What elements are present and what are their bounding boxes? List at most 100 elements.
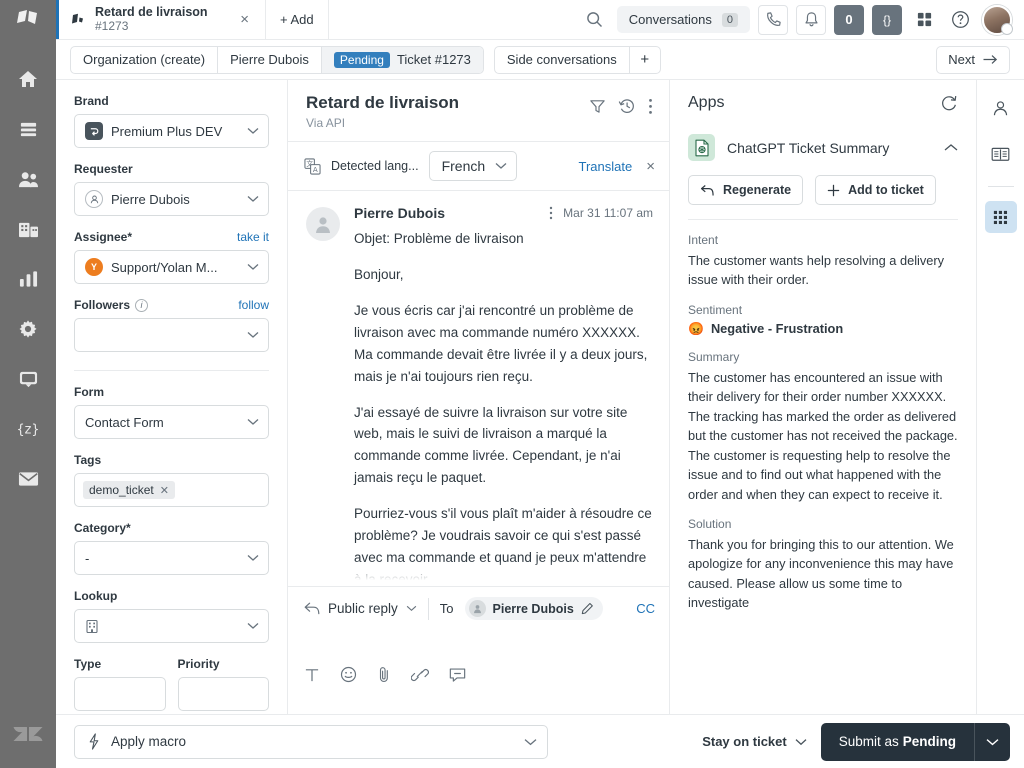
composer-header: Public reply To Pierre Dubois CC [304, 597, 655, 620]
side-conversations-tab[interactable]: Side conversations [495, 46, 630, 73]
regenerate-button[interactable]: Regenerate [688, 175, 804, 205]
summary-body: The customer has encountered an issue wi… [688, 369, 958, 502]
add-button[interactable]: + Add [266, 0, 329, 39]
chevron-down-icon [495, 162, 507, 170]
home-icon[interactable] [4, 54, 52, 104]
submit-options-button[interactable] [974, 722, 1010, 761]
product-tray-icon[interactable] [0, 0, 56, 40]
link-icon[interactable] [411, 667, 429, 683]
cc-button[interactable]: CC [636, 601, 655, 616]
chevron-up-icon[interactable] [944, 143, 958, 152]
info-icon[interactable]: i [135, 298, 149, 312]
unread-badge[interactable]: 0 [834, 4, 864, 35]
zendesk-api-icon[interactable]: {z} [4, 404, 52, 454]
views-icon[interactable] [4, 104, 52, 154]
app-card-header[interactable]: ChatGPT Ticket Summary [688, 124, 958, 175]
close-icon[interactable]: × [236, 9, 253, 30]
knowledge-book-icon[interactable] [985, 138, 1017, 170]
organizations-icon[interactable] [4, 204, 52, 254]
history-icon[interactable] [618, 97, 636, 115]
user-profile-icon[interactable] [985, 92, 1017, 124]
type-select[interactable] [74, 677, 166, 711]
section-summary: Summary The customer has encountered an … [688, 337, 958, 504]
next-label: Next [948, 52, 975, 67]
take-it-link[interactable]: take it [237, 230, 269, 244]
breadcrumb-label: Organization (create) [83, 52, 206, 67]
attachment-icon[interactable] [377, 666, 391, 683]
translate-link[interactable]: Translate [579, 159, 633, 174]
kebab-icon[interactable] [648, 98, 653, 115]
breadcrumb-requester[interactable]: Pierre Dubois [218, 46, 322, 73]
customers-icon[interactable] [4, 154, 52, 204]
reply-textarea[interactable] [304, 620, 655, 662]
grid-icon[interactable] [910, 6, 938, 34]
reply-type-select[interactable]: Public reply [304, 601, 417, 616]
ticket-tab[interactable]: Retard de livraison #1273 × [56, 0, 266, 39]
reporting-icon[interactable] [4, 254, 52, 304]
message-kebab-icon[interactable] [549, 206, 553, 220]
type-label-row: Type [74, 657, 166, 671]
ticket-header: Retard de livraison Via API [288, 80, 669, 143]
priority-select[interactable] [177, 677, 269, 711]
user-icon [85, 190, 103, 208]
edit-pencil-icon[interactable] [581, 602, 594, 615]
message-body: Pierre Dubois Mar 31 11:07 am Objet: Pro… [354, 205, 653, 586]
bell-icon[interactable] [796, 4, 826, 35]
followers-label: Followers i [74, 298, 149, 312]
search-icon[interactable] [581, 6, 609, 34]
submit-prefix: Submit as [838, 734, 899, 749]
plus-icon[interactable]: + [630, 47, 660, 73]
intent-label: Intent [688, 233, 719, 247]
refresh-icon[interactable] [940, 94, 958, 112]
language-value: French [441, 158, 486, 175]
followers-label-row: Followers i follow [74, 298, 269, 312]
recipient-chip[interactable]: Pierre Dubois [464, 597, 603, 620]
filter-icon[interactable] [589, 98, 606, 115]
comment-icon[interactable] [449, 667, 466, 683]
submit-group: Submit as Pending [820, 722, 1010, 761]
api-badge[interactable]: {} [872, 4, 902, 35]
requester-select[interactable]: Pierre Dubois [74, 182, 269, 216]
apply-macro-select[interactable]: Apply macro [74, 724, 548, 759]
apps-grid-icon[interactable] [984, 201, 1017, 233]
add-to-ticket-button[interactable]: Add to ticket [815, 175, 936, 205]
admin-gear-icon[interactable] [4, 304, 52, 354]
field-form: Form Contact Form [74, 385, 269, 439]
translate-icon: 文A [304, 158, 321, 175]
breadcrumb-ticket[interactable]: Pending Ticket #1273 [321, 46, 483, 73]
stay-on-ticket-select[interactable]: Stay on ticket [702, 734, 807, 749]
chat-icon[interactable] [4, 354, 52, 404]
help-icon[interactable] [946, 6, 974, 34]
chevron-down-icon [247, 195, 259, 203]
field-followers: Followers i follow [74, 298, 269, 352]
category-select[interactable]: - [74, 541, 269, 575]
field-brand: Brand Premium Plus DEV [74, 94, 269, 148]
phone-icon[interactable] [758, 4, 788, 35]
workspace-body: Retard de livraison #1273 × + Add Conver… [56, 0, 1024, 768]
submit-button[interactable]: Submit as Pending [820, 722, 974, 761]
mail-icon[interactable] [4, 454, 52, 504]
followers-select[interactable] [74, 318, 269, 352]
emoji-icon[interactable] [340, 666, 357, 683]
conversation-feed[interactable]: Pierre Dubois Mar 31 11:07 am Objet: Pro… [288, 191, 669, 586]
tags-input[interactable]: demo_ticket ✕ [74, 473, 269, 507]
form-select[interactable]: Contact Form [74, 405, 269, 439]
language-select[interactable]: French [428, 151, 518, 182]
tag-chip[interactable]: demo_ticket ✕ [83, 481, 175, 499]
breadcrumb-organization[interactable]: Organization (create) [71, 46, 219, 73]
follow-link[interactable]: follow [238, 298, 269, 312]
ticket-tab-text: Retard de livraison #1273 [95, 5, 227, 33]
priority-label: Priority [177, 657, 220, 671]
remove-tag-icon[interactable]: ✕ [160, 484, 169, 497]
type-priority-row: Type Priority [74, 657, 269, 711]
text-format-icon[interactable] [304, 667, 320, 683]
app-card-title: ChatGPT Ticket Summary [727, 139, 890, 156]
brand-select[interactable]: Premium Plus DEV [74, 114, 269, 148]
next-button[interactable]: Next [936, 45, 1010, 74]
close-icon[interactable]: × [642, 158, 655, 175]
ticket-tab-title: Retard de livraison [95, 5, 208, 20]
conversations-button[interactable]: Conversations 0 [616, 6, 750, 33]
avatar[interactable] [982, 4, 1013, 35]
assignee-select[interactable]: Y Support/Yolan M... [74, 250, 269, 284]
lookup-select[interactable] [74, 609, 269, 643]
